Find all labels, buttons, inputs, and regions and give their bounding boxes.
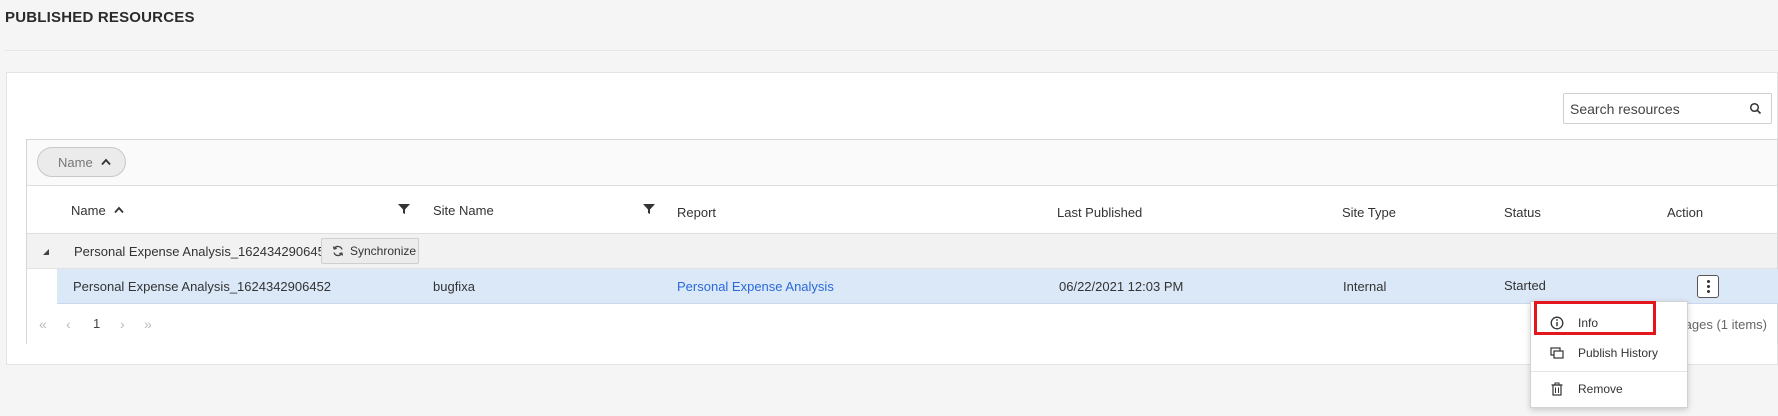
report-link[interactable]: Personal Expense Analysis — [677, 279, 834, 294]
filter-icon[interactable] — [643, 203, 655, 215]
column-header-site-name[interactable]: Site Name — [433, 186, 494, 234]
column-header-site-type-label: Site Type — [1342, 204, 1396, 220]
search-input[interactable] — [1564, 94, 1744, 123]
filter-icon[interactable] — [398, 203, 410, 215]
menu-item-info[interactable]: Info — [1531, 307, 1687, 339]
last-page-icon[interactable]: » — [144, 316, 152, 332]
kebab-dot — [1706, 290, 1710, 293]
trash-icon — [1551, 382, 1563, 396]
title-divider — [5, 50, 1778, 51]
menu-item-label: Remove — [1578, 382, 1623, 396]
row-context-menu: Info Publish History Remove — [1530, 301, 1688, 408]
search-icon[interactable] — [1749, 102, 1763, 116]
column-header-status-label: Status — [1504, 204, 1541, 220]
column-header-last-published-label: Last Published — [1057, 204, 1143, 220]
column-header-site-name-label: Site Name — [433, 202, 494, 218]
cell-site-name: bugfixa — [433, 279, 475, 294]
next-page-icon[interactable]: › — [120, 316, 125, 332]
group-name: Personal Expense Analysis_1624342906452 — [74, 244, 333, 259]
kebab-dot — [1706, 280, 1710, 283]
group-chip-name[interactable]: Name — [37, 147, 126, 177]
info-icon — [1550, 316, 1564, 330]
row-action-menu-button[interactable] — [1697, 275, 1719, 298]
previous-page-icon[interactable]: ‹ — [66, 316, 71, 332]
group-row: Personal Expense Analysis_1624342906452 … — [27, 234, 1777, 269]
pager: « ‹ 1 › » pages (1 items) — [27, 304, 1777, 344]
menu-item-label: Info — [1578, 316, 1599, 330]
column-header-status[interactable]: Status — [1504, 188, 1541, 236]
synchronize-button[interactable]: Synchronize — [321, 238, 419, 264]
publish-history-icon — [1550, 347, 1564, 359]
kebab-dot — [1706, 285, 1710, 288]
menu-item-remove[interactable]: Remove — [1531, 373, 1687, 405]
column-header-action-label: Action — [1667, 204, 1704, 220]
column-header-site-type[interactable]: Site Type — [1342, 188, 1396, 236]
synchronize-label: Synchronize — [350, 244, 417, 258]
column-header-action: Action — [1667, 188, 1703, 236]
group-drop-area: Name — [27, 140, 1777, 186]
column-header-report-label: Report — [677, 204, 717, 220]
cell-site-type: Internal — [1343, 279, 1387, 294]
resources-grid: Name Name Site Name Report Last Publishe… — [26, 139, 1778, 344]
group-chip-label: Name — [58, 154, 93, 170]
column-header-report[interactable]: Report — [677, 188, 716, 236]
cell-status: Started — [1504, 278, 1546, 293]
menu-item-publish-history[interactable]: Publish History — [1531, 337, 1687, 369]
refresh-icon — [332, 245, 344, 257]
search-box[interactable] — [1563, 93, 1772, 124]
pager-info: pages (1 items) — [1677, 317, 1767, 332]
cell-name: Personal Expense Analysis_1624342906452 — [73, 279, 332, 294]
cell-last-published: 06/22/2021 12:03 PM — [1059, 279, 1184, 294]
table-row[interactable]: Personal Expense Analysis_1624342906452 … — [57, 269, 1778, 304]
column-header-name[interactable]: Name — [71, 186, 124, 234]
sort-ascending-icon — [114, 206, 124, 214]
collapse-triangle-icon[interactable] — [41, 247, 51, 257]
page-title: PUBLISHED RESOURCES — [5, 9, 195, 26]
first-page-icon[interactable]: « — [39, 316, 47, 332]
chevron-up-icon — [101, 158, 111, 166]
column-header-name-label: Name — [71, 202, 106, 218]
grid-header: Name Site Name Report Last Published Sit… — [27, 186, 1777, 234]
column-header-last-published[interactable]: Last Published — [1057, 188, 1142, 236]
menu-item-label: Publish History — [1578, 346, 1659, 360]
page-number[interactable]: 1 — [93, 316, 100, 331]
menu-separator — [1531, 371, 1687, 372]
